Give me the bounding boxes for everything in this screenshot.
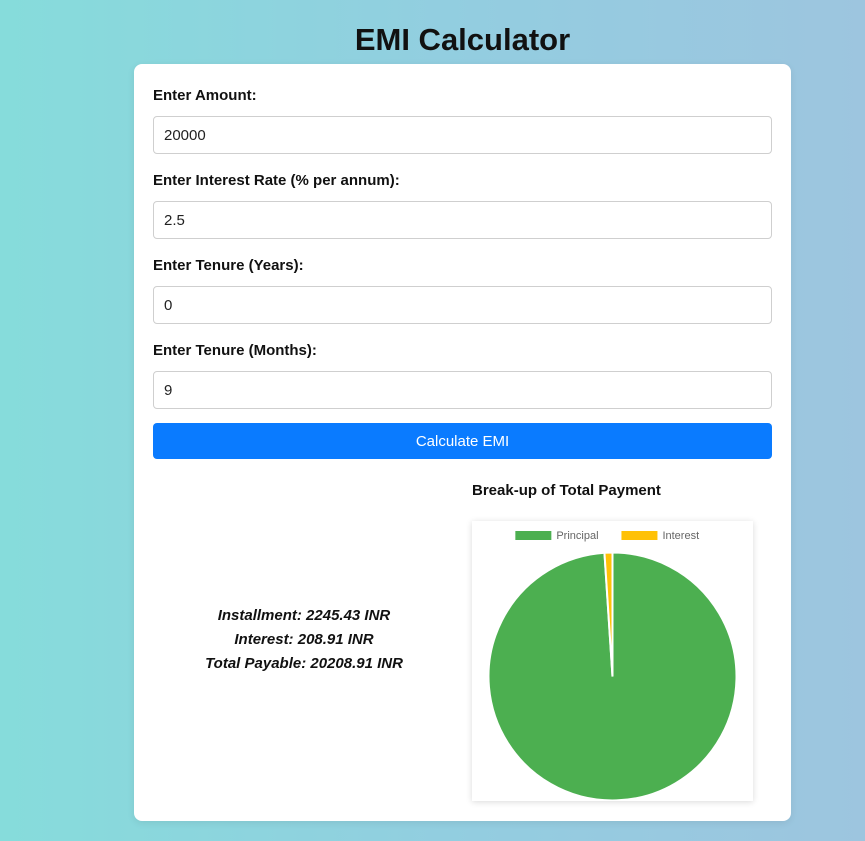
legend-swatch-interest[interactable] [621, 531, 658, 540]
legend-label-principal[interactable]: Principal [556, 530, 598, 542]
calculator-card: Enter Amount: Enter Interest Rate (% per… [134, 64, 791, 821]
interest-rate-input[interactable] [153, 201, 772, 239]
tenure-years-label: Enter Tenure (Years): [153, 257, 304, 274]
pie-chart: Principal Interest [472, 521, 753, 801]
total-payable-text: Total Payable: 20208.91 INR [205, 655, 403, 672]
amount-input[interactable] [153, 116, 772, 154]
tenure-years-input[interactable] [153, 286, 772, 324]
pie-chart-svg: Principal Interest [487, 530, 738, 801]
interest-text: Interest: 208.91 INR [234, 631, 374, 648]
amount-label: Enter Amount: [153, 87, 257, 104]
chart-title: Break-up of Total Payment [472, 482, 661, 499]
results-panel: Installment: 2245.43 INR Interest: 208.9… [174, 604, 434, 676]
legend-swatch-principal[interactable] [515, 531, 552, 540]
tenure-months-label: Enter Tenure (Months): [153, 342, 317, 359]
calculate-emi-button[interactable]: Calculate EMI [153, 423, 772, 459]
tenure-months-input[interactable] [153, 371, 772, 409]
page-title: EMI Calculator [354, 22, 571, 57]
legend-label-interest[interactable]: Interest [662, 530, 699, 542]
installment-text: Installment: 2245.43 INR [217, 607, 391, 624]
interest-rate-label: Enter Interest Rate (% per annum): [153, 172, 400, 189]
